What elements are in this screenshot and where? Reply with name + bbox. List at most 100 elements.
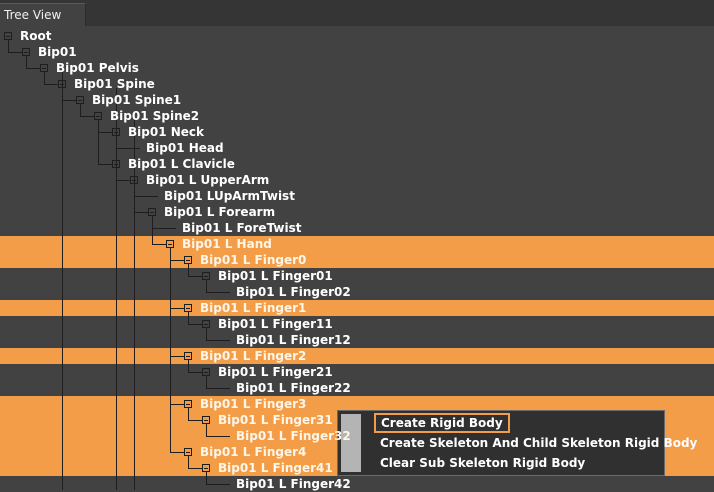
- expand-collapse-icon[interactable]: [184, 256, 192, 264]
- tree-branch-line: [188, 312, 189, 324]
- tree-branch-connector: [206, 340, 220, 341]
- expand-collapse-icon[interactable]: [148, 208, 156, 216]
- tree-node-label: Bip01 L Finger12: [236, 333, 351, 347]
- tree-branch-connector: [26, 68, 40, 69]
- tree-branch-connector: [80, 116, 94, 117]
- tree-node-label: Bip01 L Finger2: [200, 349, 307, 363]
- tree-branch-connector: [116, 148, 130, 149]
- tree-branch-connector: [206, 484, 220, 485]
- tree-leaf-connector: [166, 228, 176, 229]
- tree-branch-connector: [170, 308, 184, 309]
- tree-branch-connector: [98, 132, 112, 133]
- tree-branch-line: [26, 56, 27, 68]
- expand-collapse-icon[interactable]: [22, 48, 30, 56]
- tree-branch-connector: [8, 52, 22, 53]
- expand-collapse-icon[interactable]: [40, 64, 48, 72]
- tree-leaf-connector: [220, 436, 230, 437]
- tree-node-label: Bip01 L Finger01: [218, 269, 333, 283]
- tree-branch-connector: [188, 372, 202, 373]
- expand-collapse-icon[interactable]: [202, 272, 210, 280]
- tree-branch-line: [80, 104, 81, 116]
- tree-branch-connector: [188, 276, 202, 277]
- tree-node-label: Bip01 Spine: [74, 77, 155, 91]
- expand-collapse-icon[interactable]: [202, 464, 210, 472]
- expand-collapse-icon[interactable]: [184, 304, 192, 312]
- tab-tree-view[interactable]: Tree View: [0, 3, 86, 26]
- expand-collapse-icon[interactable]: [202, 416, 210, 424]
- tree-node-label: Bip01 L Finger02: [236, 285, 351, 299]
- tree-branch-connector: [188, 468, 202, 469]
- tree-branch-connector: [188, 324, 202, 325]
- tree-branch-connector: [62, 100, 76, 101]
- expand-collapse-icon[interactable]: [184, 400, 192, 408]
- tree-leaf-connector: [130, 148, 140, 149]
- tree-view[interactable]: Root Bip01 Bip01 Pelvis Bip01 Spine Bip01 Sp…: [0, 26, 714, 491]
- tree-branch-connector: [152, 244, 166, 245]
- expand-collapse-icon[interactable]: [202, 320, 210, 328]
- tree-node-label: Bip01 L Finger41: [218, 461, 333, 475]
- tree-branch-connector: [134, 196, 148, 197]
- tree-guide-line: [62, 72, 63, 490]
- tree-leaf-connector: [220, 292, 230, 293]
- expand-collapse-icon[interactable]: [184, 352, 192, 360]
- tree-branch-line: [188, 360, 189, 372]
- tree-node-label: Bip01 L Finger32: [236, 429, 351, 443]
- tree-branch-connector: [134, 212, 148, 213]
- tree-branch-connector: [188, 420, 202, 421]
- tree-branch-line: [206, 376, 207, 388]
- tree-guide-line: [134, 120, 135, 490]
- tree-node-label: Bip01 L Forearm: [164, 205, 276, 219]
- tree-node-label: Bip01: [38, 45, 77, 59]
- tree-node-label: Bip01 L Finger0: [200, 253, 307, 267]
- tree-node-label: Bip01 L Hand: [182, 237, 272, 251]
- tree-node-label: Bip01 Head: [146, 141, 224, 155]
- tree-node-label: Bip01 Pelvis: [56, 61, 139, 75]
- tree-branch-line: [44, 72, 45, 84]
- tree-branch-line: [152, 216, 153, 244]
- tree-node-label: Bip01 L ForeTwist: [182, 221, 302, 235]
- tree-branch-connector: [116, 180, 130, 181]
- tree-leaf-connector: [220, 388, 230, 389]
- tree-node-label: Bip01 L Finger11: [218, 317, 333, 331]
- expand-collapse-icon[interactable]: [166, 240, 174, 248]
- tree-branch-line: [188, 408, 189, 420]
- tree-node-label: Bip01 LUpArmTwist: [164, 189, 295, 203]
- tree-guide-line: [116, 88, 117, 490]
- tree-branch-line: [206, 472, 207, 484]
- tree-node-label: Root: [20, 29, 52, 43]
- tree-branch-connector: [152, 228, 166, 229]
- tree-branch-connector: [206, 292, 220, 293]
- tree-leaf-connector: [148, 196, 158, 197]
- expand-collapse-icon[interactable]: [184, 448, 192, 456]
- tree-node-label: Bip01 Neck: [128, 125, 205, 139]
- tree-node-label: Bip01 L Clavicle: [128, 157, 235, 171]
- expand-collapse-icon[interactable]: [94, 112, 102, 120]
- tree-branch-connector: [170, 356, 184, 357]
- expand-collapse-icon[interactable]: [202, 368, 210, 376]
- tree-node-label: Bip01 L Finger31: [218, 413, 333, 427]
- tree-branch-connector: [170, 452, 184, 453]
- tree-branch-line: [98, 120, 99, 164]
- tree-branch-line: [206, 424, 207, 436]
- tree-leaf-connector: [220, 340, 230, 341]
- expand-collapse-icon[interactable]: [4, 32, 12, 40]
- tree-branch-connector: [170, 260, 184, 261]
- tree-branch-line: [188, 264, 189, 276]
- tree-node-label: Bip01 L Finger21: [218, 365, 333, 379]
- tree-node-label: Bip01 L Finger4: [200, 445, 307, 459]
- tree-leaf-connector: [220, 484, 230, 485]
- tab-bar: Tree View: [0, 0, 714, 26]
- tree-branch-line: [170, 248, 171, 452]
- tree-node-label: Bip01 L Finger22: [236, 381, 351, 395]
- tree-branch-connector: [206, 388, 220, 389]
- tree-branch-connector: [98, 164, 112, 165]
- tree-branch-connector: [170, 404, 184, 405]
- tree-node-label: Bip01 L UpperArm: [146, 173, 270, 187]
- tree-node-label: Bip01 L Finger1: [200, 301, 307, 315]
- tree-branch-connector: [206, 436, 220, 437]
- expand-collapse-icon[interactable]: [76, 96, 84, 104]
- tree-node-label: Bip01 Spine1: [92, 93, 182, 107]
- tree-branch-line: [206, 328, 207, 340]
- tree-node-label: Bip01 L Finger3: [200, 397, 307, 411]
- tree-branch-connector: [44, 84, 58, 85]
